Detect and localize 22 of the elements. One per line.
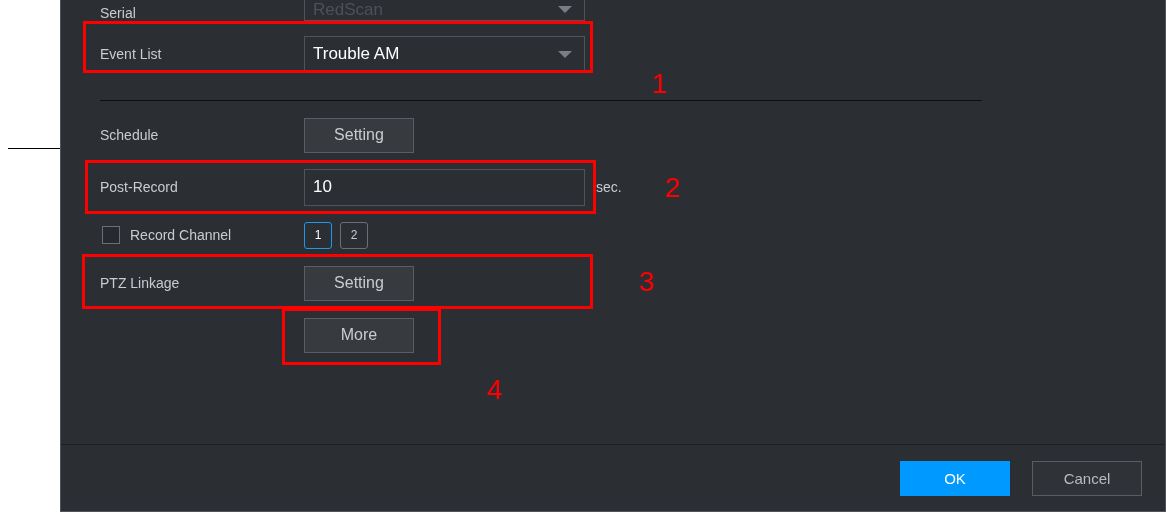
record-channel-label: Record Channel <box>130 227 232 243</box>
cancel-button[interactable]: Cancel <box>1032 460 1142 496</box>
caret-icon <box>558 6 572 13</box>
field-label: PTZ Linkage <box>100 275 180 291</box>
annotation-number: 4 <box>487 376 503 404</box>
setting-button[interactable]: Setting <box>304 117 414 153</box>
dropdown[interactable]: Trouble AM <box>304 36 585 72</box>
channel-toggle[interactable]: 1 <box>304 221 332 249</box>
annotation-number: 1 <box>652 70 668 98</box>
annotation-number: 3 <box>639 268 655 296</box>
checkbox[interactable] <box>102 226 120 244</box>
unit-label: sec. <box>596 179 622 195</box>
field-label: Schedule <box>100 127 159 143</box>
field-label: Post-Record <box>100 179 178 195</box>
field-label: Event List <box>100 46 162 62</box>
annotation-number: 2 <box>665 174 681 202</box>
caret-icon <box>558 50 572 58</box>
number-field[interactable]: 10 <box>304 168 585 206</box>
field-label: Serial <box>100 5 136 21</box>
more-button[interactable]: More <box>304 317 414 353</box>
channel-toggle[interactable]: 2 <box>340 221 368 249</box>
setting-button[interactable]: Setting <box>304 265 414 301</box>
